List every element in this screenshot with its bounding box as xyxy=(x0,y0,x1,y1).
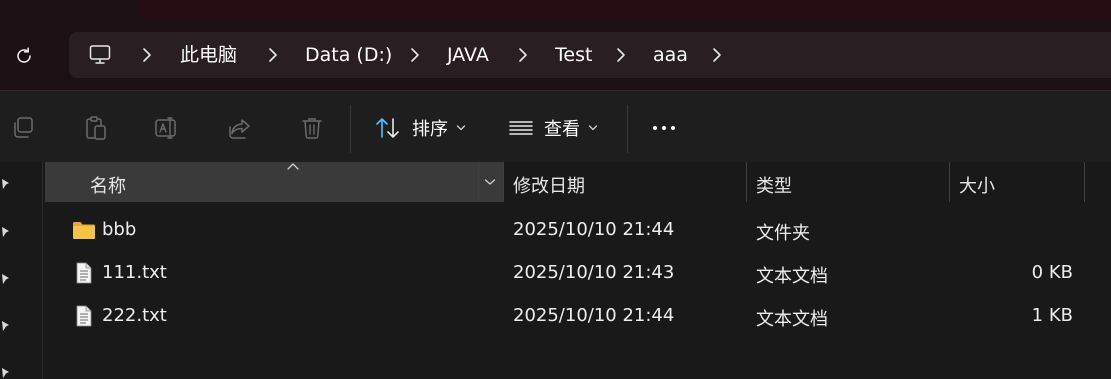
sort-button[interactable]: 排序 xyxy=(374,113,466,143)
file-name: 222.txt xyxy=(102,305,167,326)
column-divider[interactable] xyxy=(746,162,747,202)
tab-strip xyxy=(138,0,1111,18)
breadcrumb-this-pc[interactable]: 此电脑 xyxy=(180,44,237,66)
paste-icon[interactable] xyxy=(83,115,109,141)
column-divider[interactable] xyxy=(503,162,504,202)
file-type: 文本文档 xyxy=(756,309,828,330)
sort-icon xyxy=(376,118,399,138)
toolbar-divider xyxy=(350,105,351,153)
breadcrumb-java[interactable]: JAVA xyxy=(447,44,489,66)
breadcrumb-aaa[interactable]: aaa xyxy=(653,44,688,66)
navigation-bar: 此电脑 Data (D:) JAVA Test aaa xyxy=(0,18,1111,90)
chevron-right-icon[interactable] xyxy=(409,47,421,63)
file-size: 1 KB xyxy=(1031,305,1073,326)
file-row[interactable]: 222.txt 2025/10/10 21:44 文本文档 1 KB xyxy=(45,296,1111,336)
sort-ascending-icon xyxy=(287,163,299,170)
column-divider[interactable] xyxy=(1084,162,1085,202)
file-modified: 2025/10/10 21:44 xyxy=(513,305,675,326)
delete-icon[interactable] xyxy=(299,115,325,141)
more-options-button[interactable] xyxy=(650,113,678,143)
copy-icon[interactable] xyxy=(10,115,36,141)
toolbar-divider xyxy=(627,105,628,153)
view-label: 查看 xyxy=(544,119,580,140)
column-header-size[interactable]: 大小 xyxy=(959,172,995,198)
file-type: 文本文档 xyxy=(756,266,828,287)
file-list-area: 名称 修改日期 类型 大小 bbb 2025/10/10 21:44 文件夹 1… xyxy=(0,162,1111,379)
refresh-icon xyxy=(17,47,31,63)
file-modified: 2025/10/10 21:44 xyxy=(513,219,675,240)
pin-icon[interactable] xyxy=(0,366,12,379)
column-header-modified[interactable]: 修改日期 xyxy=(513,172,585,198)
navigation-pane xyxy=(0,162,43,379)
folder-icon xyxy=(73,222,95,239)
chevron-right-icon[interactable] xyxy=(141,47,153,63)
view-button[interactable]: 查看 xyxy=(508,113,598,143)
chevron-down-icon xyxy=(588,125,598,131)
column-divider[interactable] xyxy=(949,162,950,202)
share-icon[interactable] xyxy=(227,115,253,141)
this-pc-icon[interactable] xyxy=(88,43,112,67)
command-bar: 排序 查看 xyxy=(0,90,1111,163)
file-row[interactable]: 111.txt 2025/10/10 21:43 文本文档 0 KB xyxy=(45,253,1111,293)
breadcrumb-data-drive[interactable]: Data (D:) xyxy=(305,44,392,66)
column-header-name[interactable]: 名称 xyxy=(45,162,503,202)
column-divider[interactable] xyxy=(478,162,479,202)
chevron-right-icon[interactable] xyxy=(615,47,627,63)
column-header-row: 名称 修改日期 类型 大小 xyxy=(45,162,1111,202)
filter-dropdown-icon[interactable] xyxy=(484,178,496,186)
file-row[interactable]: bbb 2025/10/10 21:44 文件夹 xyxy=(45,210,1111,250)
file-name: bbb xyxy=(102,219,137,240)
view-list-icon xyxy=(509,121,533,135)
file-explorer-window: 此电脑 Data (D:) JAVA Test aaa 排序 查看 名称 修改日… xyxy=(0,0,1111,379)
breadcrumb-test[interactable]: Test xyxy=(555,44,592,66)
title-bar xyxy=(0,0,1111,18)
chevron-right-icon[interactable] xyxy=(517,47,529,63)
chevron-down-icon xyxy=(456,125,466,131)
text-file-icon xyxy=(76,305,92,327)
file-type: 文件夹 xyxy=(756,223,810,244)
sort-label: 排序 xyxy=(412,119,448,140)
pin-icon[interactable] xyxy=(0,177,12,191)
file-modified: 2025/10/10 21:43 xyxy=(513,262,675,283)
chevron-right-icon[interactable] xyxy=(267,47,279,63)
pin-icon[interactable] xyxy=(0,319,12,333)
pin-icon[interactable] xyxy=(0,225,12,239)
rename-icon[interactable] xyxy=(154,115,180,141)
pin-icon[interactable] xyxy=(0,272,12,286)
address-bar[interactable]: 此电脑 Data (D:) JAVA Test aaa xyxy=(69,32,1111,78)
text-file-icon xyxy=(76,262,92,284)
refresh-button[interactable] xyxy=(10,42,38,70)
chevron-right-icon[interactable] xyxy=(711,47,723,63)
column-header-name-label: 名称 xyxy=(90,176,126,197)
file-size: 0 KB xyxy=(1031,262,1073,283)
more-icon xyxy=(653,126,675,130)
column-header-type[interactable]: 类型 xyxy=(756,172,792,198)
file-name: 111.txt xyxy=(102,262,167,283)
